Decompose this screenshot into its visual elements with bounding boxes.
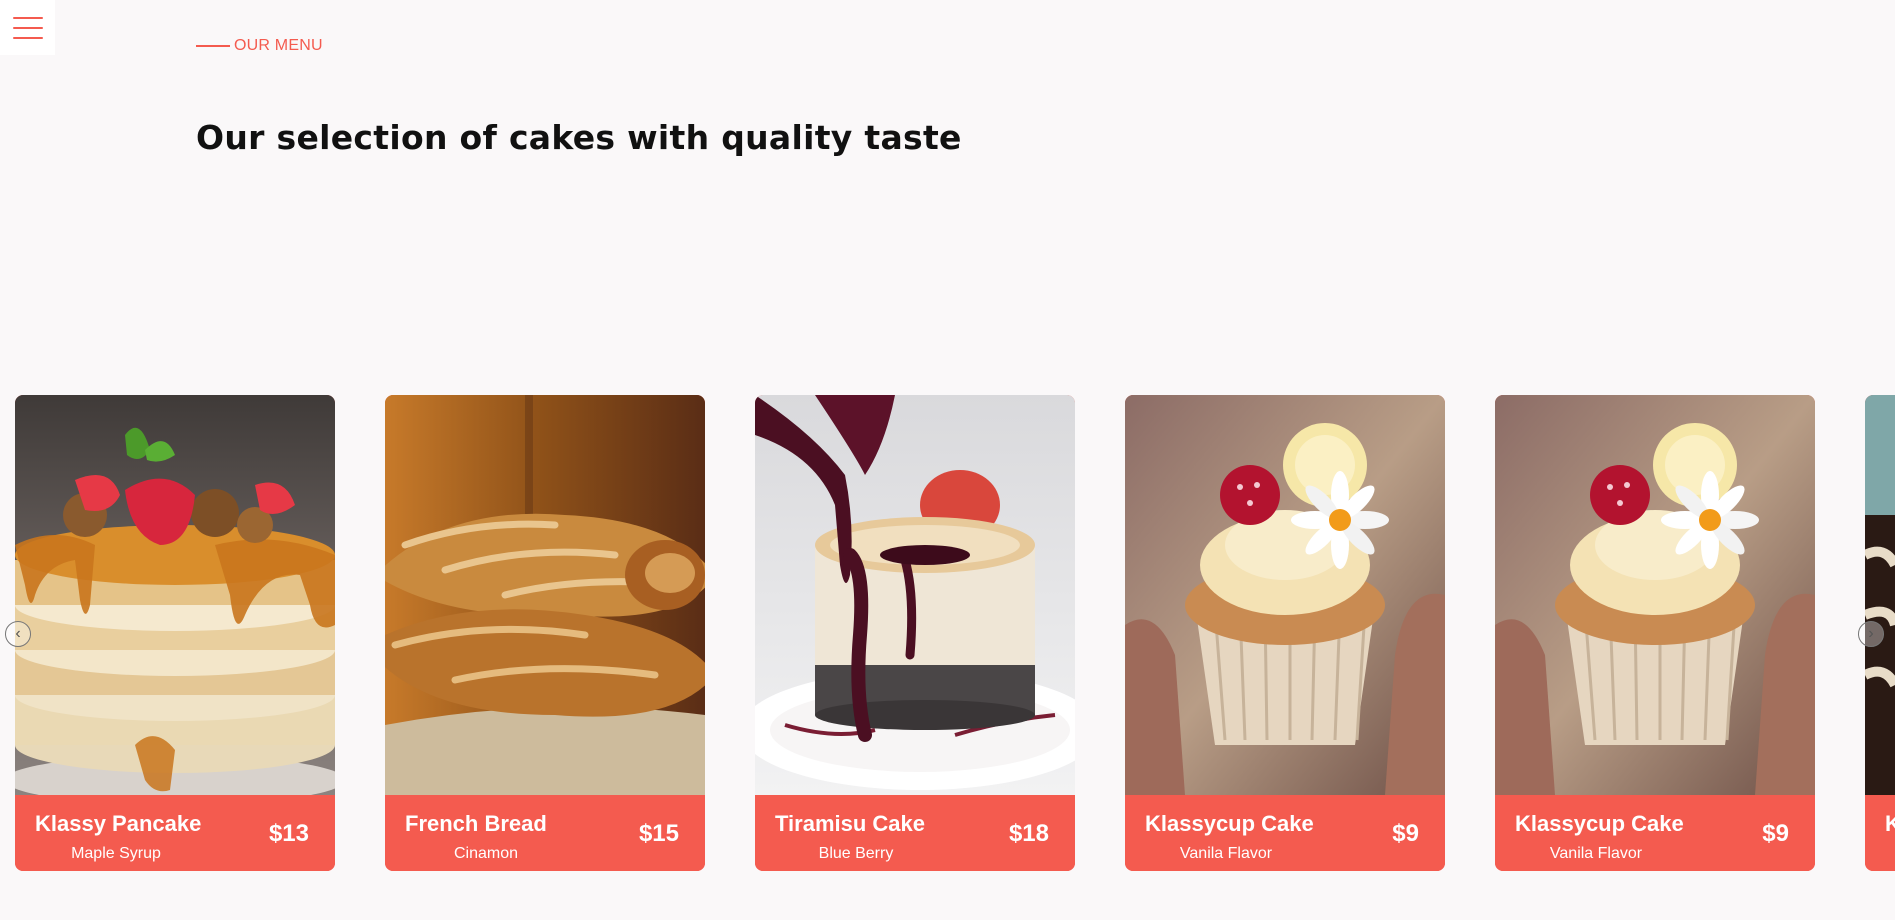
menu-item-price: $9	[1392, 820, 1419, 847]
cupcake-image	[1495, 395, 1815, 795]
french-bread-image	[385, 395, 705, 795]
pancake-stack-image	[15, 395, 335, 795]
hamburger-menu-icon	[12, 16, 43, 39]
menu-card[interactable]: Klassycup Cake Vanila Flavor $9	[1495, 395, 1815, 871]
eyebrow-label: OUR MENU	[234, 37, 323, 54]
menu-item-name: Tiramisu Cake	[775, 811, 926, 836]
menu-card[interactable]: Klassy Pancake Maple Syrup $13	[15, 395, 335, 871]
menu-item-flavor: Vanila Flavor	[1179, 845, 1273, 862]
menu-item-name: French Bread	[405, 811, 547, 836]
menu-item-name: Klassycup Cake	[1145, 811, 1314, 836]
hamburger-menu-button[interactable]	[0, 0, 55, 55]
menu-item-name: Klassy Pancake	[35, 811, 202, 836]
menu-item-name: K	[1885, 811, 1895, 836]
cheesecake-image	[755, 395, 1075, 795]
cupcake-image	[1125, 395, 1445, 795]
section-title: Our selection of cakes with quality tast…	[196, 118, 962, 157]
menu-card-footer: Klassycup Cake Vanila Flavor $9	[1125, 795, 1445, 871]
menu-card[interactable]: French Bread Cinamon $15	[385, 395, 705, 871]
section-eyebrow: OUR MENU	[196, 37, 323, 55]
menu-card-footer: French Bread Cinamon $15	[385, 795, 705, 871]
menu-card-footer: Klassycup Cake Vanila Flavor $9	[1495, 795, 1815, 871]
menu-card-footer: K	[1865, 795, 1895, 871]
carousel-next-button[interactable]: ›	[1858, 621, 1884, 647]
menu-item-name: Klassycup Cake	[1515, 811, 1684, 836]
carousel-prev-button[interactable]: ‹	[5, 621, 31, 647]
menu-item-price: $18	[1008, 820, 1049, 847]
menu-item-price: $13	[268, 820, 309, 847]
menu-item-flavor: Blue Berry	[818, 845, 894, 862]
menu-card-footer: Klassy Pancake Maple Syrup $13	[15, 795, 335, 871]
menu-card-footer: Tiramisu Cake Blue Berry $18	[755, 795, 1075, 871]
chevron-right-icon: ›	[1868, 625, 1874, 642]
menu-item-flavor: Vanila Flavor	[1549, 845, 1643, 862]
menu-item-flavor: Maple Syrup	[71, 845, 161, 862]
menu-item-price: $9	[1762, 820, 1789, 847]
menu-card[interactable]: Klassycup Cake Vanila Flavor $9	[1125, 395, 1445, 871]
eyebrow-line	[196, 45, 230, 47]
menu-card[interactable]: Tiramisu Cake Blue Berry $18	[755, 395, 1075, 871]
page: OUR MENU Our selection of cakes with qua…	[0, 0, 1895, 920]
chevron-left-icon: ‹	[15, 625, 21, 642]
menu-carousel: Klassy Pancake Maple Syrup $13 French Br…	[0, 395, 1895, 875]
menu-item-price: $15	[638, 820, 679, 847]
chocolate-cake-image	[1865, 395, 1895, 795]
menu-item-flavor: Cinamon	[453, 845, 519, 862]
